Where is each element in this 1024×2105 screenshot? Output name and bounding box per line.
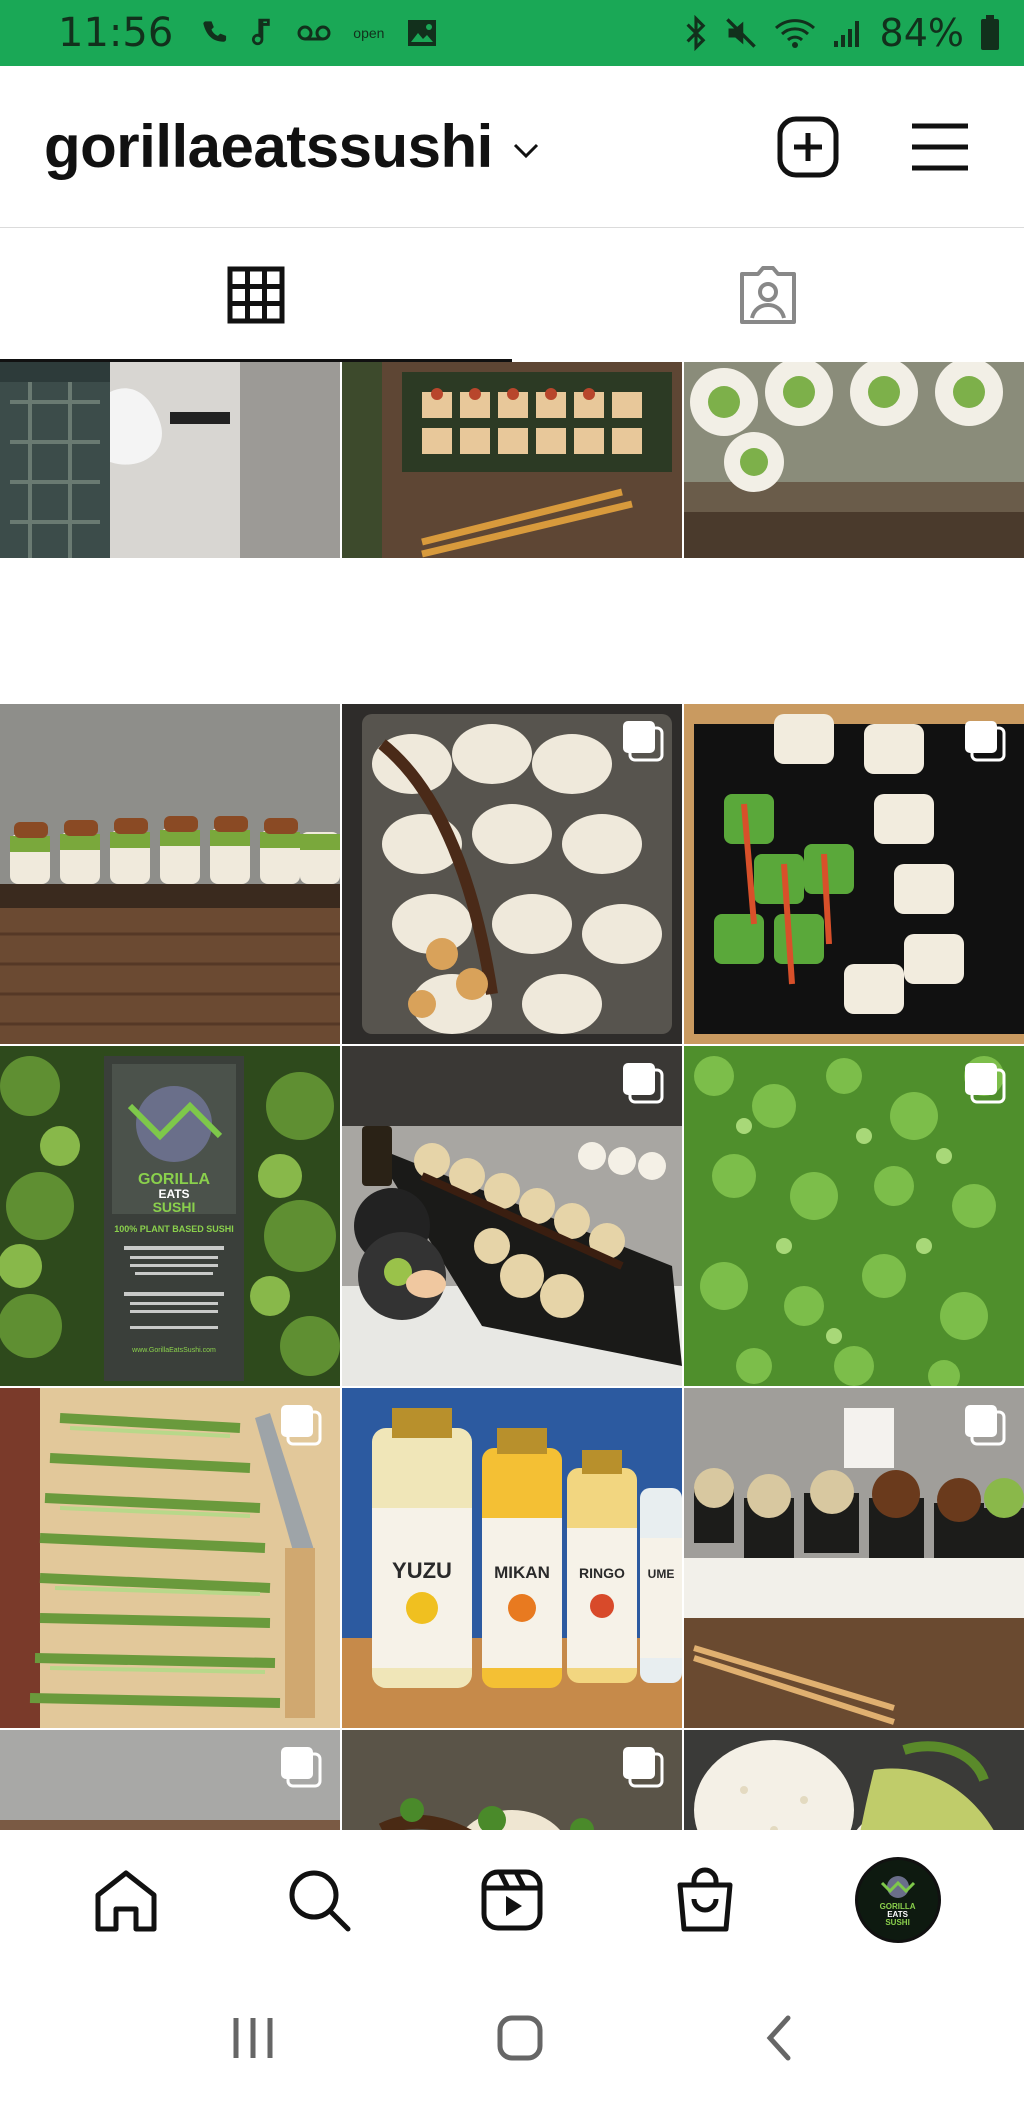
bottle-label: MIKAN (494, 1563, 550, 1582)
status-bar: 11:56 open 84% (0, 0, 1024, 66)
flyer-brand-line3: SUSHI (153, 1199, 196, 1215)
profile-avatar: GORILLA EATS SUSHI (854, 1857, 941, 1943)
post-tile[interactable] (342, 362, 682, 558)
multiple-photos-icon (965, 1063, 1006, 1104)
battery-percent: 84% (879, 11, 964, 55)
flyer-brand-line1: GORILLA (138, 1171, 210, 1188)
posts-grid: GORILLA EATS SUSHI 100% PLANT BASED SUSH… (0, 362, 1024, 1830)
voicemail-icon (297, 25, 331, 41)
gallery-icon (408, 20, 437, 46)
post-tile[interactable] (342, 1730, 682, 1830)
post-tile[interactable]: GORILLA EATS SUSHI 100% PLANT BASED SUSH… (0, 1046, 340, 1386)
profile-header: gorillaeatssushi (0, 66, 1024, 228)
post-tile[interactable]: YUZU MIKAN RINGO UME (342, 1388, 682, 1728)
battery-icon (981, 15, 999, 50)
bottle-label: YUZU (392, 1558, 452, 1583)
back-icon[interactable] (764, 2014, 794, 2062)
music-note-icon (252, 18, 271, 46)
flyer-website: www.GorillaEatsSushi.com (131, 1347, 216, 1354)
bottle-label: UME (648, 1567, 675, 1581)
post-tile[interactable] (684, 1730, 1024, 1830)
post-tile[interactable] (0, 704, 340, 1044)
search-icon (289, 1870, 351, 1932)
multiple-photos-icon (965, 1405, 1006, 1446)
shop-bag-icon (677, 1867, 733, 1932)
profile-tabs (0, 228, 1024, 362)
phone-icon (203, 21, 227, 42)
multiple-photos-icon (623, 1747, 664, 1788)
post-tile[interactable] (684, 362, 1024, 558)
home-button-icon[interactable] (496, 2014, 544, 2062)
new-post-icon[interactable] (776, 115, 840, 179)
bottom-navigation: GORILLA EATS SUSHI (0, 1830, 1024, 1970)
grid-icon (227, 266, 285, 324)
post-tile[interactable] (342, 1046, 682, 1386)
recent-apps-icon[interactable] (230, 2016, 276, 2060)
gorilla-logo-icon (880, 1876, 915, 1898)
post-tile[interactable] (684, 1388, 1024, 1728)
nav-home[interactable] (71, 1845, 181, 1955)
reels-icon (481, 1869, 543, 1931)
post-tile[interactable] (0, 362, 340, 558)
post-tile[interactable] (0, 1730, 340, 1830)
system-navigation (0, 1970, 1024, 2105)
home-icon (95, 1870, 157, 1932)
nav-search[interactable] (264, 1845, 374, 1955)
post-tile[interactable] (0, 1388, 340, 1728)
mute-icon (725, 18, 756, 48)
post-tile[interactable] (684, 1046, 1024, 1386)
open-indicator: open (353, 25, 385, 41)
bluetooth-icon (686, 15, 705, 51)
flyer-tagline: 100% PLANT BASED SUSHI (114, 1224, 234, 1234)
menu-icon[interactable] (910, 121, 970, 173)
tagged-user-icon (740, 266, 796, 324)
multiple-photos-icon (281, 1747, 322, 1788)
signal-icon (833, 21, 859, 47)
post-tile[interactable] (684, 704, 1024, 1044)
multiple-photos-icon (281, 1405, 322, 1446)
tab-tagged[interactable] (512, 228, 1024, 362)
status-time: 11:56 (58, 10, 174, 56)
nav-reels[interactable] (457, 1845, 567, 1955)
account-username[interactable]: gorillaeatssushi (44, 112, 493, 181)
tab-grid[interactable] (0, 228, 512, 362)
multiple-photos-icon (965, 721, 1006, 762)
avatar-text-line3: SUSHI (885, 1918, 910, 1927)
multiple-photos-icon (623, 721, 664, 762)
chevron-down-icon[interactable] (511, 141, 541, 161)
bottle-label: RINGO (579, 1565, 625, 1581)
multiple-photos-icon (623, 1063, 664, 1104)
nav-profile[interactable]: GORILLA EATS SUSHI (843, 1845, 953, 1955)
post-tile[interactable] (342, 704, 682, 1044)
wifi-icon (774, 19, 815, 48)
nav-shop[interactable] (650, 1845, 760, 1955)
